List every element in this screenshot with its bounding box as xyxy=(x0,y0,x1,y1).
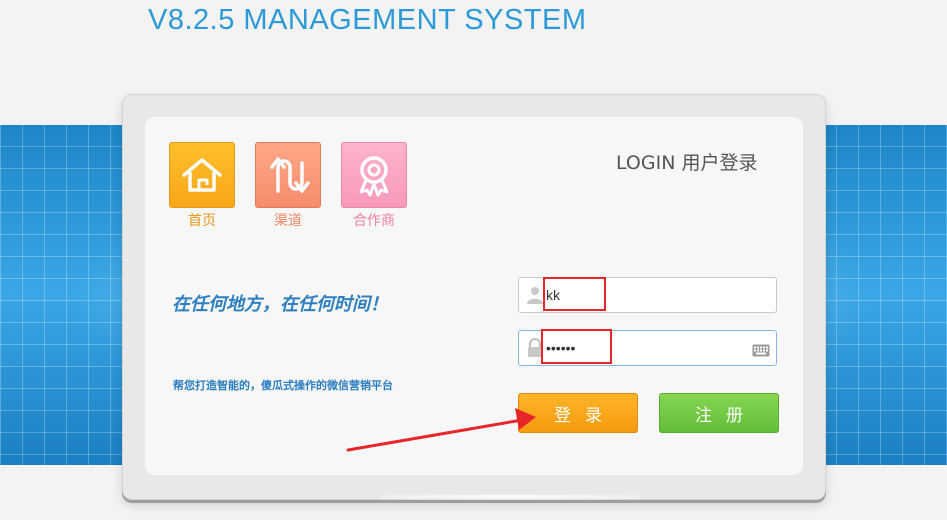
annotation-arrow-icon xyxy=(346,408,536,452)
frame-bottom-glow xyxy=(380,494,640,500)
